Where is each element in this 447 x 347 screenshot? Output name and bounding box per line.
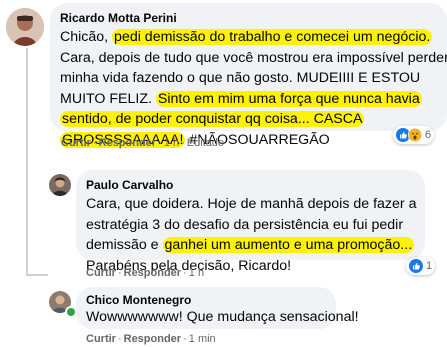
comment-bubble: Chico Montenegro Wowwwwwww! Que mudança … [76,287,359,329]
thread-line [26,274,48,276]
comment-text-span: Cara, depois de tudo que você mostrou er… [60,49,447,66]
comment-line: sentido, de poder conquistar qq coisa...… [60,109,365,129]
comment-author[interactable]: Ricardo Motta Perini [60,11,177,25]
comment-text-span: Chicão, [60,29,113,45]
timestamp[interactable]: 1 h [189,267,204,279]
highlighted-text: pedi demissão do trabalho e comecei um n… [112,29,433,45]
highlighted-text: Sinto em mim uma força que nunca havia [155,90,422,107]
reply-action[interactable]: Responder [124,333,181,345]
comment-line: Chicão, pedi demissão do trabalho e come… [60,27,433,47]
reply-action[interactable]: Responder [99,137,156,149]
avatar[interactable] [6,8,44,46]
timestamp[interactable]: 1 min [189,333,216,345]
avatar-photo [49,174,71,196]
reaction-summary[interactable]: 6 [393,126,435,144]
reply-action[interactable]: Responder [124,267,181,279]
comment-line: Cara, que doidera. Hoje de manhã depois … [86,194,416,214]
avatar-photo [6,8,44,46]
comment-text-span: MUITO FELIZ. [60,90,156,107]
like-action[interactable]: Curtir [86,267,116,279]
highlighted-text: sentido, de poder conquistar qq coisa...… [60,111,365,127]
comment-text-span: estratégia 3 do desafio da persistência … [86,216,404,233]
comment-text-span: Cara, que doidera. Hoje de manhã depois … [86,196,417,212]
comment-text-span: minha vida fazendo o que não gosto. MUDE… [60,70,421,86]
comment-bubble: Paulo Carvalho Cara, que doidera. Hoje d… [76,170,425,274]
edited-label: Editado [186,137,225,149]
comment-actions: Curtir · Responder · 1 min [86,333,216,345]
like-icon [409,259,423,273]
reaction-count: 1 [426,260,433,272]
comment-text-span: Wowwwwwww! Que mudança sensacional! [86,309,359,325]
comment-actions: Curtir · Responder · 1 h · Editado [61,137,225,149]
reaction-count: 6 [425,129,432,141]
reaction-summary[interactable]: 1 [406,257,436,275]
like-action[interactable]: Curtir [86,333,116,345]
comment-line: MUITO FELIZ. Sinto em mim uma força que … [60,89,422,109]
comment-author[interactable]: Paulo Carvalho [86,178,173,192]
comment-line: estratégia 3 do desafio da persistência … [86,215,403,235]
comment-actions: Curtir · Responder · 1 h [86,267,205,279]
timestamp[interactable]: 1 h [164,137,179,149]
comment-text-span: demissão e [86,237,163,253]
highlighted-text: ganhei um aumento e uma promoção... [162,237,415,253]
comment-author[interactable]: Chico Montenegro [86,293,191,307]
thread-line [26,48,28,276]
comment-line: minha vida fazendo o que não gosto. MUDE… [60,68,420,88]
like-action[interactable]: Curtir [61,137,91,149]
comment-bubble: Ricardo Motta Perini Chicão, pedi demiss… [50,3,447,148]
comment-line: Cara, depois de tudo que você mostrou er… [60,48,447,68]
avatar[interactable] [49,174,71,196]
comment-line: demissão e ganhei um aumento e uma promo… [86,235,415,255]
comment-line: Wowwwwwww! Que mudança sensacional! [86,307,359,327]
wow-icon [408,128,422,142]
